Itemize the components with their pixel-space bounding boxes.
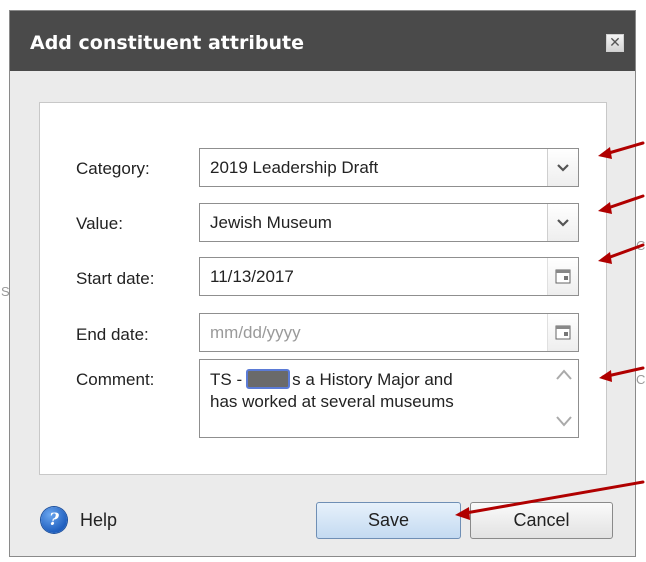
dropdown-chevron-icon[interactable] xyxy=(547,204,578,241)
help-link[interactable]: Help xyxy=(80,510,117,531)
category-label: Category: xyxy=(76,159,150,178)
dialog-title: Add constituent attribute xyxy=(30,32,304,54)
end-date-label: End date: xyxy=(76,325,149,344)
form-panel: Category: 2019 Leadership Draft Value: J… xyxy=(39,102,607,475)
comment-scrollbar[interactable] xyxy=(551,361,577,436)
comment-line-1: TS - s a History Major and xyxy=(210,369,453,390)
scroll-up-icon xyxy=(556,369,572,380)
cancel-button[interactable]: Cancel xyxy=(470,502,613,539)
dropdown-chevron-icon[interactable] xyxy=(547,149,578,186)
comment-line-2: has worked at several museums xyxy=(210,392,454,411)
comment-prefix: TS - xyxy=(210,370,243,389)
scroll-down-icon xyxy=(556,416,572,427)
end-date-placeholder: mm/dd/yyyy xyxy=(210,323,301,342)
dialog-titlebar: Add constituent attribute ✕ xyxy=(10,11,635,71)
start-date-value: 11/13/2017 xyxy=(210,267,294,286)
start-date-label: Start date: xyxy=(76,269,155,288)
category-value: 2019 Leadership Draft xyxy=(210,158,379,177)
calendar-icon[interactable] xyxy=(547,258,578,295)
value-value: Jewish Museum xyxy=(210,213,332,232)
start-date-field[interactable]: 11/13/2017 xyxy=(199,257,579,296)
background-fragment: C xyxy=(636,238,646,253)
end-date-field[interactable]: mm/dd/yyyy xyxy=(199,313,579,352)
category-dropdown[interactable]: 2019 Leadership Draft xyxy=(199,148,579,187)
add-attribute-dialog: Add constituent attribute ✕ Category: 20… xyxy=(9,10,636,557)
comment-suffix: s a History Major and xyxy=(292,370,453,389)
redaction-box xyxy=(246,369,291,389)
save-button[interactable]: Save xyxy=(316,502,461,539)
value-dropdown[interactable]: Jewish Museum xyxy=(199,203,579,242)
background-fragment: C xyxy=(636,372,646,387)
comment-textarea[interactable]: TS - s a History Major and has worked at … xyxy=(199,359,579,438)
comment-label: Comment: xyxy=(76,370,155,389)
value-label: Value: xyxy=(76,214,123,233)
calendar-icon[interactable] xyxy=(547,314,578,351)
close-icon[interactable]: ✕ xyxy=(606,34,624,52)
help-icon[interactable]: ? xyxy=(41,507,67,533)
